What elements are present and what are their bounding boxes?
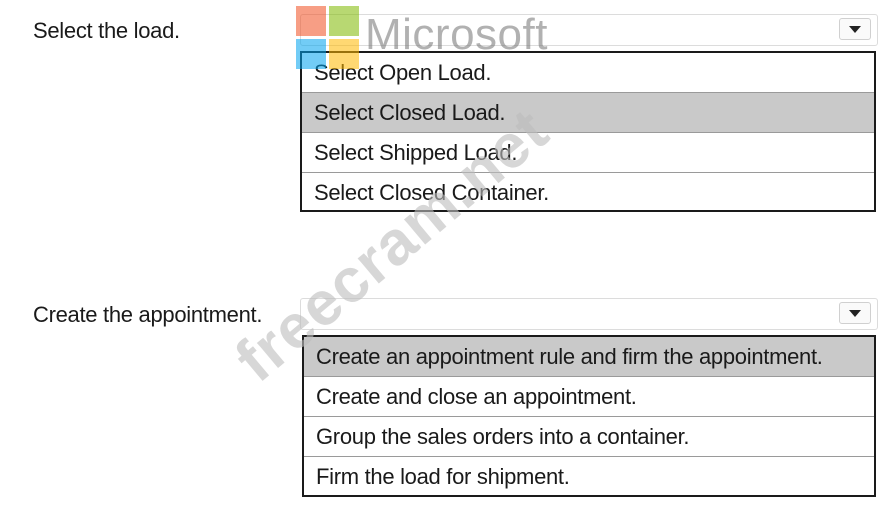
question-1-dropdown[interactable] bbox=[300, 14, 878, 46]
question-1-option[interactable]: Select Shipped Load. bbox=[302, 133, 874, 173]
question-1-option-selected[interactable]: Select Closed Load. bbox=[302, 93, 874, 133]
question-2-label: Create the appointment. bbox=[33, 302, 263, 327]
chevron-down-icon[interactable] bbox=[839, 18, 871, 40]
question-1-option[interactable]: Select Open Load. bbox=[302, 53, 874, 93]
question-2-dropdown[interactable] bbox=[300, 298, 878, 330]
question-2-option-list: Create an appointment rule and firm the … bbox=[302, 335, 876, 497]
chevron-down-icon[interactable] bbox=[839, 302, 871, 324]
question-2-option-selected[interactable]: Create an appointment rule and firm the … bbox=[304, 337, 874, 377]
question-2-option[interactable]: Create and close an appointment. bbox=[304, 377, 874, 417]
question-1-option-list: Select Open Load. Select Closed Load. Se… bbox=[300, 51, 876, 212]
question-1-option[interactable]: Select Closed Container. bbox=[302, 173, 874, 213]
question-2-option[interactable]: Group the sales orders into a container. bbox=[304, 417, 874, 457]
question-2-option[interactable]: Firm the load for shipment. bbox=[304, 457, 874, 497]
question-1-label: Select the load. bbox=[33, 18, 180, 43]
